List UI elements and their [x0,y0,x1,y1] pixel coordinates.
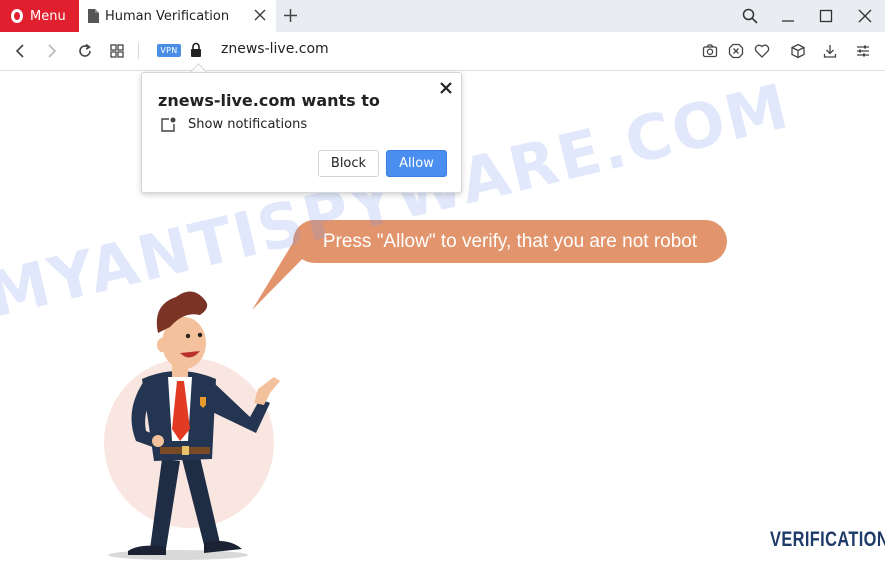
block-button[interactable]: Block [318,150,379,177]
close-icon[interactable] [440,82,452,94]
tab-title: Human Verification [105,8,230,24]
heart-icon[interactable] [754,43,770,59]
maximize-icon[interactable] [818,8,834,24]
allow-button[interactable]: Allow [386,150,447,177]
vpn-badge[interactable]: VPN [157,44,181,57]
window-close-icon[interactable] [857,8,873,24]
speech-bubble: Press "Allow" to verify, that you are no… [293,220,727,263]
opera-logo-icon [11,9,23,23]
menu-label: Menu [30,8,66,24]
opera-menu-button[interactable]: Menu [0,0,79,32]
tab-bar: Menu Human Verification [0,0,885,33]
plus-icon[interactable] [283,8,298,23]
reload-icon[interactable] [77,43,93,59]
document-icon [88,9,99,23]
download-icon[interactable] [822,43,838,59]
speed-dial-icon[interactable] [109,43,125,59]
notification-permission-popup: znews-live.com wants to Show notificatio… [141,72,462,193]
minimize-icon[interactable] [780,8,796,24]
search-icon[interactable] [742,8,758,24]
lock-icon[interactable] [190,42,202,58]
separator [138,43,139,59]
camera-icon[interactable] [702,43,718,59]
ad-block-icon[interactable] [728,43,744,59]
speech-text: Press "Allow" to verify, that you are no… [322,230,698,252]
address-bar: VPN znews-live.com [0,32,885,71]
close-icon[interactable] [253,8,267,22]
businessman-illustration [108,291,280,560]
forward-icon[interactable] [44,43,60,59]
popup-title: znews-live.com wants to [158,91,380,110]
url-field[interactable]: znews-live.com [221,41,329,57]
cube-icon[interactable] [790,43,806,59]
tab-human-verification[interactable]: Human Verification [79,0,276,32]
permission-label: Show notifications [188,117,308,132]
verification-logo: VERIFICATION [770,528,885,551]
bell-notification-icon [161,117,176,132]
back-icon[interactable] [12,43,28,59]
settings-sliders-icon[interactable] [855,43,871,59]
